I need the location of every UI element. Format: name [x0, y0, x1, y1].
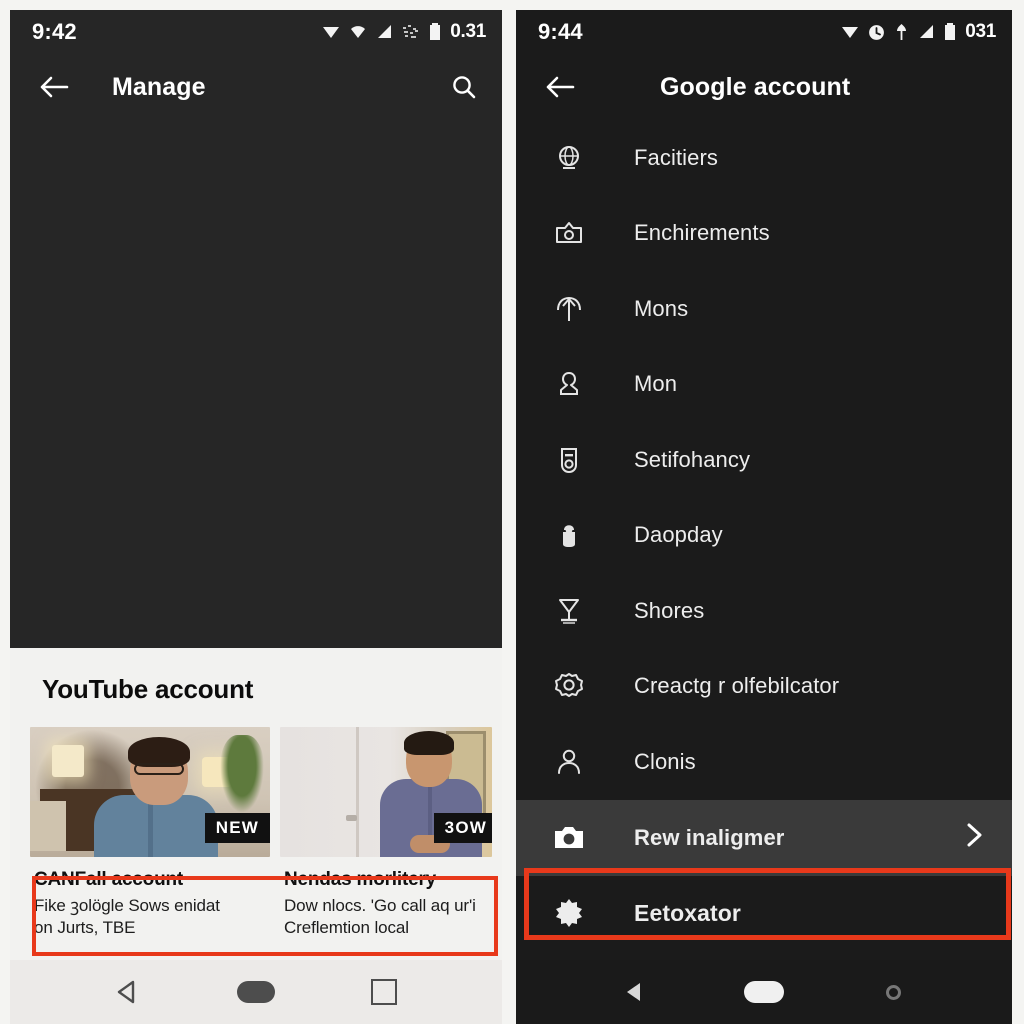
thumb-shirt-placket	[428, 783, 432, 835]
thumb-person-glasses	[134, 763, 184, 775]
thumb-plant	[220, 735, 264, 813]
left-status-bar: 9:42 0.31	[10, 10, 502, 54]
right-app-bar: Google account	[516, 54, 1012, 120]
menu-item-label: Clonis	[634, 748, 696, 774]
thumb-door-edge	[356, 727, 359, 857]
right-status-bar: 9:44 031	[516, 10, 1012, 54]
location-icon	[323, 27, 340, 38]
status-icon-group: 0.31	[322, 21, 486, 43]
wifi-icon	[351, 26, 366, 38]
thumb-door-knob	[346, 815, 357, 821]
menu-item-mons[interactable]: Mons	[516, 271, 1012, 347]
menu-item-label: Daopday	[634, 522, 723, 548]
page-title: Google account	[660, 72, 851, 101]
camera-icon	[552, 821, 586, 855]
menu-item-label: Mon	[634, 371, 678, 397]
person-icon	[552, 745, 586, 779]
menu-item-clonis[interactable]: Clonis	[516, 724, 1012, 800]
left-navigation-bar	[10, 960, 502, 1024]
globe-icon	[552, 141, 586, 175]
clock-icon	[869, 24, 885, 40]
battery-level-text: 031	[965, 21, 996, 42]
thumb-chair	[30, 801, 66, 851]
noise-icon	[403, 25, 419, 38]
lock-icon	[552, 518, 586, 552]
settings-icon	[552, 669, 586, 703]
back-arrow-icon[interactable]	[540, 67, 580, 107]
menu-item-label: Eetoxator	[634, 899, 741, 926]
video-title: Nendas morlitery	[284, 869, 437, 890]
nav-home-icon[interactable]	[228, 970, 284, 1014]
status-time: 9:42	[32, 19, 77, 44]
nav-recents-icon[interactable]	[865, 970, 921, 1014]
menu-item-label: Mons	[634, 295, 689, 321]
left-phone-panel: 9:42 0.31 Manage YouTube account NEW CAN…	[0, 0, 512, 1024]
nav-back-icon[interactable]	[100, 970, 156, 1014]
video-badge: 3OW	[433, 813, 492, 843]
trophy-icon	[552, 594, 586, 628]
thumb-lamp-left	[52, 745, 84, 777]
group-icon	[552, 367, 586, 401]
nav-back-icon[interactable]	[607, 970, 663, 1014]
menu-item-label: Rew inaligmer	[634, 824, 785, 850]
cast-icon	[897, 24, 907, 40]
video-subtitle: Fike ꝫolögle Sows enidat on Jurts, TBE	[34, 895, 220, 938]
menu-item-daopday[interactable]: Daopday	[516, 498, 1012, 574]
left-device-screen: 9:42 0.31 Manage YouTube account NEW CAN…	[10, 10, 502, 1024]
chevron-right-icon[interactable]	[962, 820, 986, 855]
right-navigation-bar	[516, 960, 1012, 1024]
menu-item-rew-inaligmer[interactable]: Rew inaligmer	[516, 799, 1012, 876]
section-title: YouTube account	[42, 674, 254, 704]
thumb-person-hair	[404, 731, 454, 755]
video-badge: NEW	[204, 813, 270, 843]
device-icon	[552, 443, 586, 477]
gear-flower-icon	[552, 896, 586, 930]
menu-item-enchirements[interactable]: Enchirements	[516, 196, 1012, 272]
video-card[interactable]: NEW CANFall account Fike ꝫolögle Sows en…	[30, 727, 270, 940]
menu-item-label: Enchirements	[634, 220, 770, 246]
status-icon-group: 031	[841, 21, 996, 43]
search-icon[interactable]	[444, 67, 484, 107]
back-arrow-icon[interactable]	[34, 67, 74, 107]
video-grid: NEW CANFall account Fike ꝫolögle Sows en…	[10, 705, 502, 940]
video-card[interactable]: 3OW Nendas morlitery Dow nlocs. 'Go call…	[280, 727, 492, 940]
status-time: 9:44	[538, 19, 583, 44]
thumb-shirt-placket	[148, 799, 153, 857]
youtube-account-section: YouTube account NEW CANFall account Fike…	[10, 648, 502, 960]
right-device-screen: 9:44 031 Google account Facitiers Enchir…	[516, 10, 1012, 1024]
account-menu-list: Facitiers Enchirements Mons Mon Setifoha…	[516, 120, 1012, 960]
left-app-bar: Manage	[10, 54, 502, 120]
menu-item-mon[interactable]: Mon	[516, 347, 1012, 423]
signal-icon	[920, 25, 934, 38]
dual-screenshot-stage: 9:42 0.31 Manage YouTube account NEW CAN…	[0, 0, 1024, 1024]
video-thumbnail[interactable]: 3OW	[280, 727, 492, 857]
menu-item-label: Setifohancy	[634, 446, 751, 472]
menu-item-creator[interactable]: Creactg r olfebilcator	[516, 649, 1012, 725]
menu-item-label: Shores	[634, 597, 705, 623]
video-thumbnail[interactable]: NEW	[30, 727, 270, 857]
battery-icon	[430, 23, 441, 40]
menu-item-label: Facitiers	[634, 144, 719, 170]
video-card-text: CANFall account Fike ꝫolögle Sows enidat…	[30, 857, 270, 940]
nav-home-icon[interactable]	[736, 970, 792, 1014]
right-phone-panel: 9:44 031 Google account Facitiers Enchir…	[512, 0, 1024, 1024]
video-card-text: Nendas morlitery Dow nlocs. 'Go call aq …	[280, 857, 492, 940]
menu-item-facitiers[interactable]: Facitiers	[516, 120, 1012, 196]
menu-item-setifohancy[interactable]: Setifohancy	[516, 422, 1012, 498]
left-empty-content-area	[10, 120, 502, 648]
video-subtitle: Dow nlocs. 'Go call aq ur'i Creflemtion …	[284, 895, 476, 938]
signal-icon	[378, 25, 392, 38]
upload-icon	[552, 292, 586, 326]
page-title: Manage	[112, 72, 206, 101]
video-title: CANFall account	[34, 869, 184, 890]
menu-item-shores[interactable]: Shores	[516, 573, 1012, 649]
nav-recents-icon[interactable]	[356, 970, 412, 1014]
battery-level-text: 0.31	[450, 21, 486, 42]
menu-item-label: Creactg r olfebilcator	[634, 673, 840, 699]
location-icon	[842, 27, 859, 38]
battery-icon	[945, 23, 956, 40]
menu-item-eetoxator[interactable]: Eetoxator	[516, 876, 1012, 952]
gallery-icon	[552, 216, 586, 250]
